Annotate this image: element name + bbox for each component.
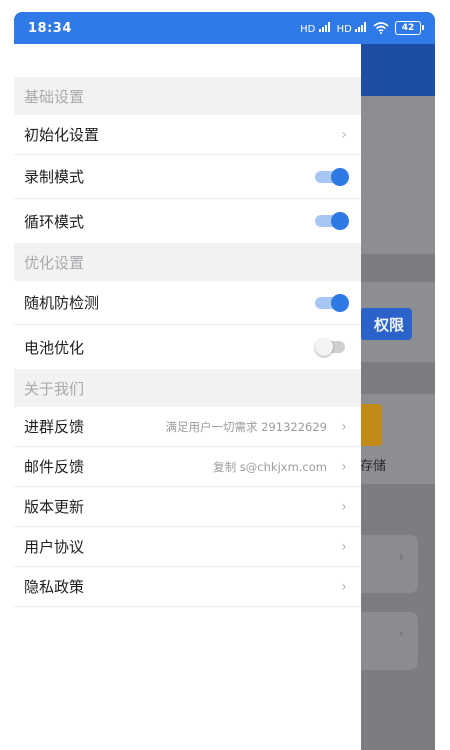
toggle-knob [331, 212, 349, 230]
status-time: 18:34 [28, 20, 72, 36]
setting-label: 隐私政策 [24, 578, 85, 596]
chevron-right-icon: › [398, 549, 404, 565]
signal-icon-2: HD [336, 21, 367, 35]
setting-hint: 复制 s@chkjxm.com [213, 459, 327, 474]
status-icons: HD HD 42 [300, 21, 424, 35]
loop-mode-toggle[interactable] [315, 212, 349, 230]
chevron-right-icon: › [341, 458, 347, 475]
setting-group-feedback[interactable]: 进群反馈 满足用户一切需求 291322629 › [14, 407, 361, 447]
toggle-knob [331, 293, 349, 312]
setting-loop-mode[interactable]: 循环模式 [14, 199, 361, 243]
storage-label: 存储 [360, 459, 387, 474]
setting-privacy-policy[interactable]: 隐私政策 › [14, 567, 361, 607]
setting-init[interactable]: 初始化设置 › [14, 115, 361, 155]
permission-button[interactable]: 权限 [360, 308, 412, 340]
toggle-knob [315, 338, 333, 356]
section-header-basic: 基础设置 [14, 77, 361, 115]
setting-version-update[interactable]: 版本更新 › [14, 487, 361, 527]
chevron-right-icon: › [341, 578, 347, 595]
setting-user-agreement[interactable]: 用户协议 › [14, 527, 361, 567]
wifi-icon [373, 22, 389, 34]
setting-email-feedback[interactable]: 邮件反馈 复制 s@chkjxm.com › [14, 447, 361, 487]
toggle-knob [331, 167, 349, 186]
status-bar: 18:34 HD HD 42 [14, 12, 435, 44]
setting-label: 初始化设置 [24, 126, 100, 144]
setting-label: 录制模式 [24, 168, 85, 186]
setting-record-mode[interactable]: 录制模式 [14, 155, 361, 199]
signal-icon: HD [300, 21, 330, 35]
section-header-optimize: 优化设置 [14, 243, 361, 281]
record-mode-toggle[interactable] [315, 167, 349, 186]
setting-hint: 满足用户一切需求 291322629 [165, 419, 327, 434]
setting-label: 用户协议 [24, 538, 85, 556]
signal-label-2: HD [336, 23, 352, 35]
setting-label: 进群反馈 [24, 418, 85, 436]
drawer-header [14, 44, 361, 77]
signal-label: HD [300, 23, 316, 35]
chevron-right-icon: › [341, 418, 347, 435]
settings-drawer: 基础设置 初始化设置 › 录制模式 循环模式 优化设置 随机防检测 电池优化 关… [14, 44, 361, 750]
setting-label: 邮件反馈 [24, 458, 85, 476]
chevron-right-icon: › [398, 626, 404, 642]
setting-label: 电池优化 [24, 338, 85, 357]
setting-battery-optimize[interactable]: 电池优化 [14, 325, 361, 369]
setting-label: 随机防检测 [24, 294, 100, 312]
chevron-right-icon: › [341, 498, 347, 515]
setting-label: 循环模式 [24, 212, 85, 231]
battery-icon: 42 [395, 21, 424, 35]
anti-detect-toggle[interactable] [315, 293, 349, 312]
chevron-right-icon: › [341, 126, 347, 143]
battery-optimize-toggle[interactable] [315, 338, 349, 356]
battery-level: 42 [401, 23, 415, 33]
section-header-about: 关于我们 [14, 369, 361, 407]
setting-label: 版本更新 [24, 498, 85, 516]
chevron-right-icon: › [341, 538, 347, 555]
phone-screen: 18:34 HD HD 42 权限 存储 › › 基础设置 初始化设置 › 录制… [14, 12, 435, 750]
setting-anti-detect[interactable]: 随机防检测 [14, 281, 361, 325]
